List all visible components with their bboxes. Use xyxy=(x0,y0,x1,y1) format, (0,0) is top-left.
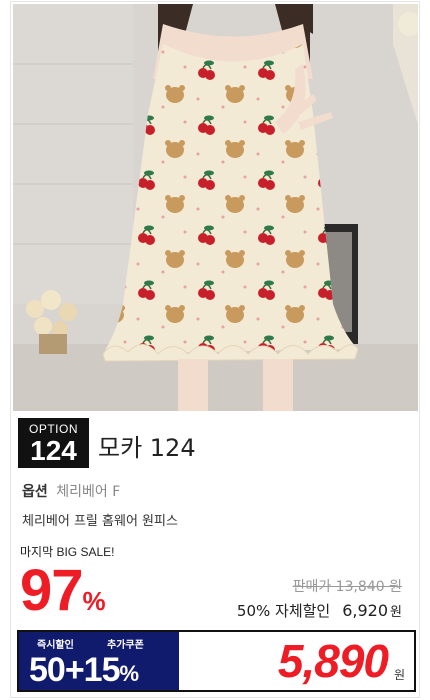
coupon-value: 50+15% xyxy=(29,650,140,694)
product-photo[interactable] xyxy=(13,4,418,411)
instant-discount-label: 즉시할인 xyxy=(37,640,74,651)
discount-percent-sign: % xyxy=(82,586,106,616)
self-discount-currency: 원 xyxy=(390,605,402,620)
final-price: 5,890 xyxy=(277,635,389,687)
product-name[interactable]: 모카 124 xyxy=(98,428,196,463)
option-label: OPTION xyxy=(28,422,78,436)
discount-rate-number: 97 xyxy=(20,558,84,623)
discount-rate: 97% xyxy=(20,556,106,626)
option-value: 체리베어 F xyxy=(56,484,121,500)
product-card[interactable]: OPTION 124 모카 124 옵션 체리베어 F 체리베어 프릴 홈웨어 … xyxy=(0,0,430,700)
coupon-percent-sign: % xyxy=(119,661,140,686)
option-number: 124 xyxy=(30,435,77,466)
option-row: 옵션 체리베어 F xyxy=(22,481,120,501)
coupon-value-number: 50+15 xyxy=(29,651,120,689)
self-discount-label: 50% 자체할인 xyxy=(236,602,331,620)
final-price-box[interactable]: 즉시할인 추가쿠폰 50+15% 5,890 원 xyxy=(17,630,416,692)
extra-coupon-label: 추가쿠폰 xyxy=(107,640,144,651)
self-discount-price: 6,920 xyxy=(342,601,389,620)
final-currency: 원 xyxy=(393,668,405,682)
product-description: 체리베어 프릴 홈웨어 원피스 xyxy=(22,514,178,529)
self-discount: 50% 자체할인 6,920 원 xyxy=(237,600,402,621)
option-badge: OPTION 124 xyxy=(18,418,89,468)
option-title: 옵션 xyxy=(22,484,48,500)
original-price: 판매가 13,840 원 xyxy=(292,579,402,595)
coupon-badge: 즉시할인 추가쿠폰 50+15% xyxy=(19,632,179,690)
